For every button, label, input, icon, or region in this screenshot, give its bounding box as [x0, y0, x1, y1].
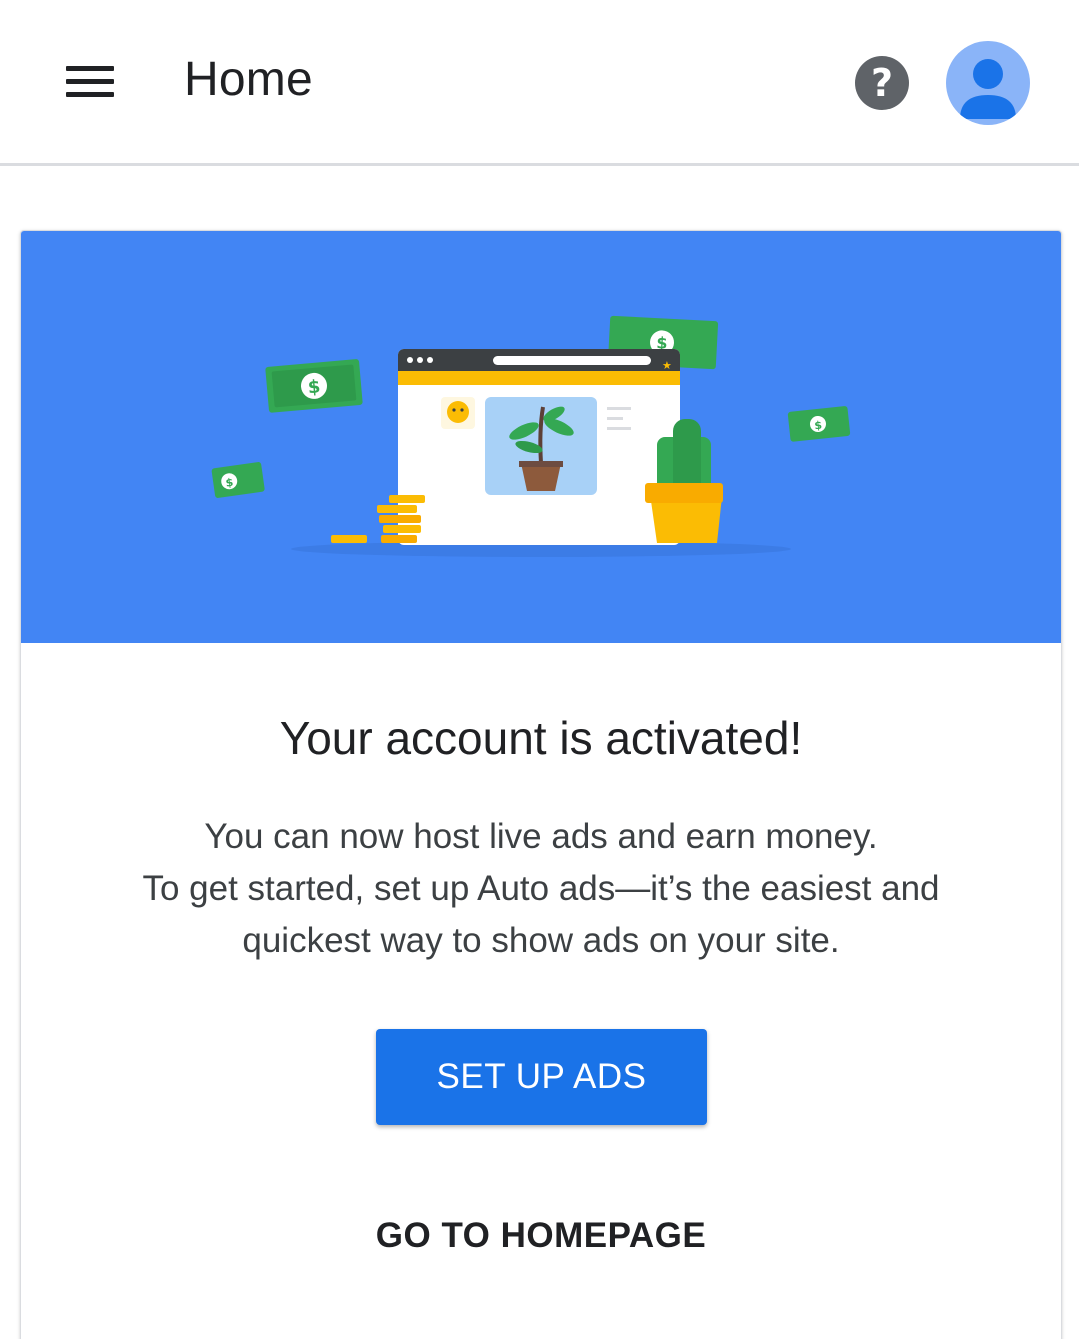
money-bill-icon: $ [211, 462, 265, 498]
page-title: Home [184, 53, 313, 106]
set-up-ads-button[interactable]: SET UP ADS [376, 1029, 707, 1125]
go-to-homepage-button[interactable]: GO TO HOMEPAGE [341, 1201, 741, 1271]
menu-bar [66, 66, 114, 71]
svg-text:★: ★ [662, 359, 672, 372]
description-line: You can now host live ads and earn money… [204, 817, 878, 856]
help-icon[interactable]: ? [855, 56, 909, 110]
activation-card: $ $ $ $ ★ Your account is activated! You… [20, 230, 1062, 1339]
coin-stack [331, 495, 425, 543]
account-circle-icon [960, 59, 1016, 119]
activation-description: You can now host live ads and earn money… [81, 811, 1001, 967]
activation-title: Your account is activated! [279, 712, 803, 764]
menu-bar [66, 79, 114, 84]
description-line: To get started, set up Auto ads—it’s the… [142, 869, 940, 908]
svg-text:$: $ [814, 419, 823, 433]
browser-window-with-plant-and-money-illustration: $ $ $ $ ★ [211, 315, 851, 557]
money-bill-icon: $ [787, 406, 851, 442]
app-bar: Home ? [0, 0, 1079, 166]
description-line: quickest way to show ads on your site. [242, 921, 840, 960]
hamburger-menu-icon[interactable] [58, 58, 120, 106]
browser-window: ★ [398, 349, 680, 545]
menu-bar [66, 92, 114, 97]
avatar[interactable] [946, 41, 1030, 125]
hero-illustration: $ $ $ $ ★ [21, 231, 1061, 643]
money-bill-icon: $ [265, 359, 363, 413]
svg-text:$: $ [307, 376, 321, 398]
